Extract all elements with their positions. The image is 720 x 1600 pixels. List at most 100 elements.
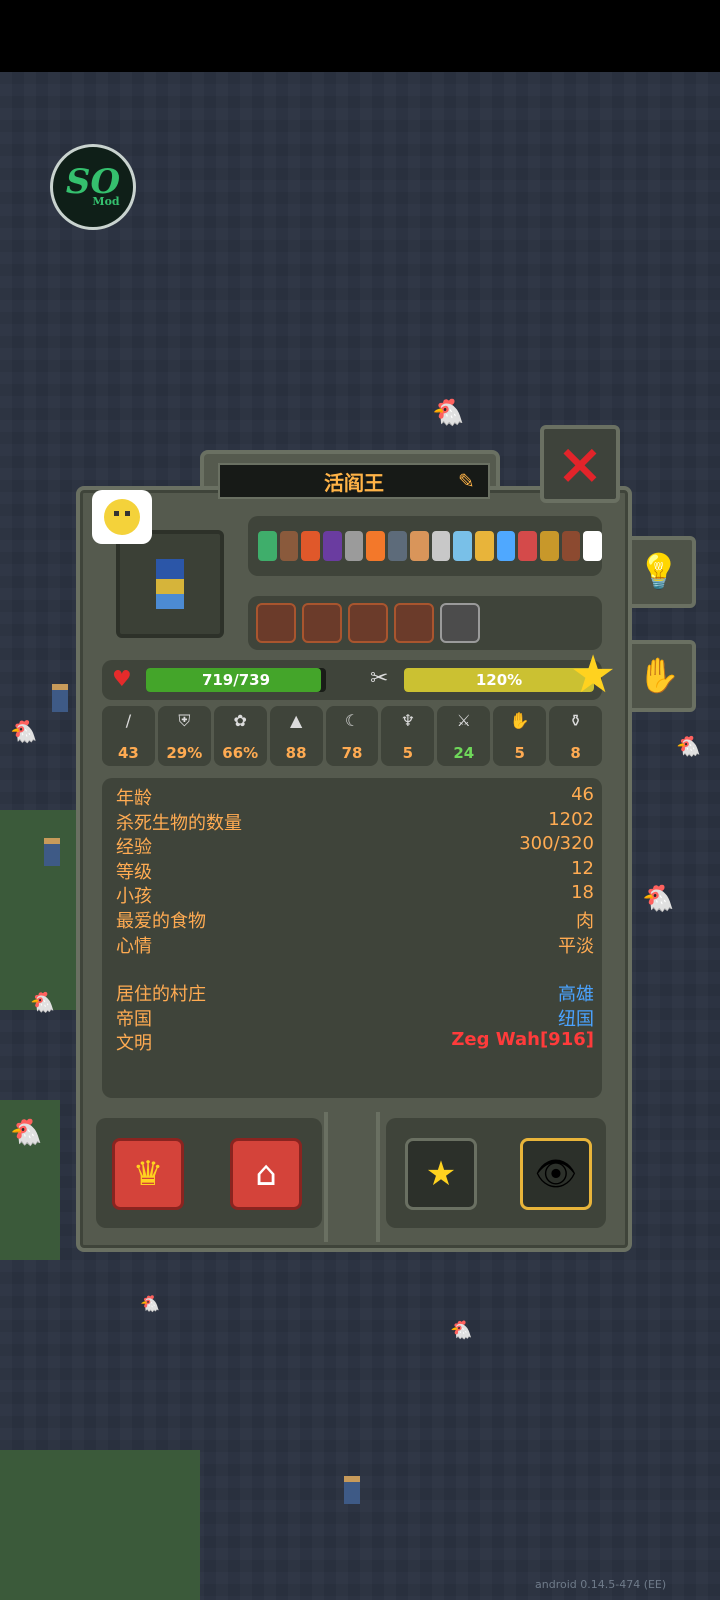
info-row: 经验 300/320 — [116, 833, 594, 859]
trait-icon[interactable] — [409, 531, 429, 561]
stat-flower[interactable]: ✿ 66% — [213, 706, 267, 766]
close-icon: × — [556, 431, 604, 497]
armor-slot[interactable] — [348, 603, 388, 643]
favorite-button[interactable]: ★ — [405, 1138, 477, 1210]
ring-slot[interactable] — [440, 603, 480, 643]
trait-icon[interactable] — [431, 531, 451, 561]
mood-bubble — [92, 490, 152, 544]
info-key: 杀死生物的数量 — [116, 812, 242, 834]
unit-name-field[interactable]: 活阎王 — [218, 463, 490, 499]
scythe-icon: ☾ — [344, 711, 360, 730]
unit-portrait[interactable] — [116, 530, 224, 638]
stat-value: 24 — [453, 744, 475, 762]
trait-icon[interactable] — [539, 531, 559, 561]
info-key: 帝国 — [116, 1008, 152, 1030]
villager-sprite[interactable] — [44, 838, 60, 866]
info-value: 平淡 — [558, 935, 594, 957]
stat-boot[interactable]: ▲ 88 — [269, 706, 323, 766]
trait-icon[interactable] — [496, 531, 516, 561]
info-key: 年龄 — [116, 788, 152, 809]
chicken-sprite[interactable]: 🐔 — [642, 884, 674, 914]
trait-icon[interactable] — [258, 531, 277, 561]
info-value: 12 — [571, 857, 594, 879]
info-row[interactable]: 居住的村庄 高雄 — [116, 980, 594, 1005]
info-button[interactable]: 💡 — [622, 536, 696, 608]
chicken-sprite[interactable]: 🐔 — [450, 1320, 472, 1341]
info-value: 高雄 — [558, 984, 594, 1005]
trait-icon[interactable] — [474, 531, 494, 561]
info-row: 等级 12 — [116, 857, 594, 883]
info-key: 文明 — [116, 1033, 152, 1055]
villager-sprite[interactable] — [344, 1476, 360, 1504]
stat-hand[interactable]: ✋ 5 — [493, 706, 547, 766]
trait-icon[interactable] — [279, 531, 299, 561]
grass-tile — [0, 1450, 200, 1600]
stat-wings[interactable]: ♆ 5 — [381, 706, 435, 766]
info-row: 杀死生物的数量 1202 — [116, 808, 594, 834]
village-button[interactable]: ⌂ — [230, 1138, 302, 1210]
info-key: 经验 — [116, 837, 152, 859]
unit-name: 活阎王 — [324, 470, 384, 495]
close-button[interactable]: × — [540, 425, 620, 503]
favorite-star-icon: ★ — [569, 645, 617, 705]
control-button[interactable]: ✋ — [622, 640, 696, 712]
stat-potion[interactable]: ⚱ 8 — [549, 706, 603, 766]
potion-icon: ⚱ — [568, 711, 583, 730]
hand-icon: ✋ — [637, 656, 681, 696]
stat-scythe[interactable]: ☾ 78 — [325, 706, 379, 766]
mod-logo[interactable]: SO Mod — [50, 144, 136, 230]
trait-icon[interactable] — [323, 531, 342, 561]
eye-icon: 👁 — [534, 1154, 578, 1194]
village-icon: ⌂ — [255, 1154, 277, 1194]
info-row: 文明 Zeg Wah[916] — [116, 1029, 594, 1055]
chicken-sprite[interactable]: 🐔 — [10, 720, 37, 745]
stat-shield[interactable]: ⛨ 29% — [157, 706, 211, 766]
info-value: 18 — [571, 882, 594, 904]
villager-sprite[interactable] — [52, 684, 68, 712]
helmet-slot[interactable] — [302, 603, 342, 643]
chicken-sprite[interactable]: 🐔 — [10, 1118, 42, 1148]
trait-icon[interactable] — [344, 531, 364, 561]
hunger-icon: ✂ — [370, 666, 389, 691]
stats-row: /43 ⛨ 29% ✿ 66% ▲ 88 ☾ 78 ♆ 5 ⚔ 24 ✋ 5 ⚱ 8 — [102, 706, 603, 766]
info-value: Zeg Wah[916] — [451, 1029, 594, 1051]
trait-icon[interactable] — [388, 531, 407, 561]
kingdom-button[interactable]: ♛ — [112, 1138, 184, 1210]
info-value: 肉 — [576, 911, 594, 932]
info-row[interactable]: 帝国 纽国 — [116, 1005, 594, 1030]
version-label: android 0.14.5-474 (EE) — [535, 1578, 667, 1591]
stat-value: 43 — [118, 744, 139, 762]
info-row: 心情 平淡 — [116, 932, 594, 957]
stat-value: 5 — [514, 744, 525, 762]
stat-crossed-swords[interactable]: ⚔ 24 — [437, 706, 491, 766]
trait-icon[interactable] — [561, 531, 581, 561]
edit-icon[interactable]: ✎ — [458, 469, 482, 493]
info-key: 等级 — [116, 861, 152, 883]
status-bar — [0, 0, 720, 72]
trait-icon[interactable] — [453, 531, 472, 561]
info-key: 小孩 — [116, 886, 152, 908]
chicken-sprite[interactable]: 🐔 — [30, 990, 55, 1014]
info-key: 最爱的食物 — [116, 911, 206, 932]
mod-logo-sub: Mod — [92, 195, 120, 208]
hunger-text: 120% — [475, 671, 523, 689]
traits-row — [248, 516, 602, 576]
follow-camera-button[interactable]: 👁 — [520, 1138, 592, 1210]
stat-sword[interactable]: / 43 — [102, 706, 155, 766]
info-value: 300/320 — [519, 833, 594, 855]
shield-icon: ⛨ — [178, 711, 191, 730]
trait-icon[interactable] — [583, 531, 602, 561]
boots-slot[interactable] — [394, 603, 434, 643]
trait-icon[interactable] — [301, 531, 321, 561]
chicken-sprite[interactable]: 🐔 — [140, 1294, 160, 1313]
info-row: 最爱的食物 肉 — [116, 907, 594, 932]
crossed-swords-icon: ⚔ — [456, 711, 471, 730]
info-value: 1202 — [548, 808, 594, 830]
chicken-sprite[interactable]: 🐔 — [676, 734, 701, 758]
trait-icon[interactable] — [518, 531, 537, 561]
chicken-sprite[interactable]: 🐔 — [432, 398, 464, 428]
weapon-slot[interactable] — [256, 603, 296, 643]
info-row: 年龄 46 — [116, 784, 594, 809]
trait-icon[interactable] — [366, 531, 386, 561]
boot-icon: ▲ — [289, 711, 303, 730]
